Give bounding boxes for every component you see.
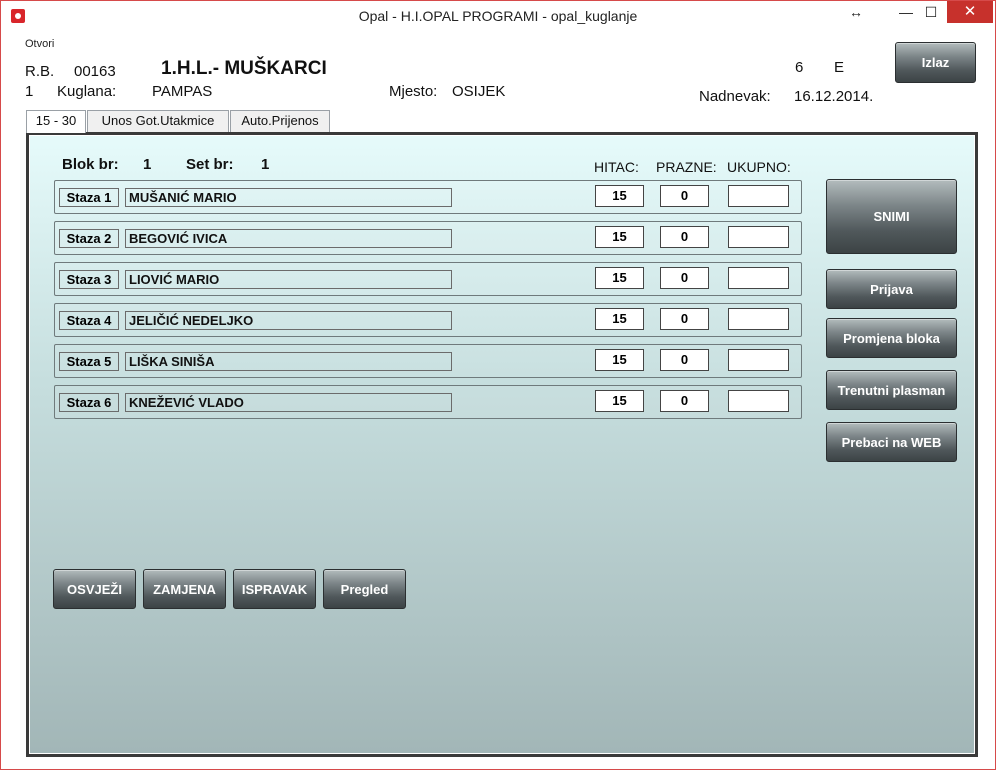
maximize-button[interactable]: ☐: [916, 1, 946, 23]
mjesto-value: OSIJEK: [452, 83, 506, 100]
prazne-input[interactable]: 0: [660, 267, 709, 289]
staza-row: Staza 4 JELIČIĆ NEDELJKO 15 0: [54, 303, 802, 337]
snimi-button[interactable]: SNIMI: [826, 179, 957, 254]
staza-row: Staza 6 KNEŽEVIĆ VLADO 15 0: [54, 385, 802, 419]
tab-panel: Blok br: 1 Set br: 1 HITAC: PRAZNE: UKUP…: [26, 132, 978, 757]
league-title: 1.H.L.- MUŠKARCI: [161, 58, 327, 79]
hitac-input[interactable]: 15: [595, 390, 644, 412]
ukupno-input[interactable]: [728, 226, 789, 248]
mjesto-label: Mjesto:: [389, 83, 438, 100]
col-prazne: PRAZNE:: [656, 159, 717, 175]
tab-auto-prijenos[interactable]: Auto.Prijenos: [230, 110, 330, 132]
col-hitac: HITAC:: [594, 159, 639, 175]
ukupno-input[interactable]: [728, 349, 789, 371]
set-label: Set br:: [186, 156, 234, 173]
player-name-field[interactable]: MUŠANIĆ MARIO: [125, 188, 452, 207]
main-client: R.B. 00163 1.H.L.- MUŠKARCI 1 Kuglana: P…: [9, 42, 987, 763]
staza-row: Staza 2 BEGOVIĆ IVICA 15 0: [54, 221, 802, 255]
staza-row: Staza 5 LIŠKA SINIŠA 15 0: [54, 344, 802, 378]
player-name-field[interactable]: BEGOVIĆ IVICA: [125, 229, 452, 248]
hitac-input[interactable]: 15: [595, 226, 644, 248]
staza-label: Staza 4: [59, 311, 119, 330]
number-left: 1: [25, 83, 34, 100]
col-ukupno: UKUPNO:: [727, 159, 791, 175]
hitac-input[interactable]: 15: [595, 267, 644, 289]
staza-label: Staza 6: [59, 393, 119, 412]
ispravak-button[interactable]: ISPRAVAK: [233, 569, 316, 609]
prebaci-na-web-button[interactable]: Prebaci na WEB: [826, 422, 957, 462]
blok-value: 1: [143, 156, 152, 173]
prazne-input[interactable]: 0: [660, 390, 709, 412]
player-name-field[interactable]: LIOVIĆ MARIO: [125, 270, 452, 289]
staza-label: Staza 1: [59, 188, 119, 207]
close-button[interactable]: ✕: [947, 1, 993, 23]
menu-otvori[interactable]: Otvori: [25, 38, 54, 50]
prazne-input[interactable]: 0: [660, 349, 709, 371]
trenutni-plasman-button[interactable]: Trenutni plasman: [826, 370, 957, 410]
hitac-input[interactable]: 15: [595, 308, 644, 330]
ukupno-input[interactable]: [728, 390, 789, 412]
ukupno-input[interactable]: [728, 308, 789, 330]
rb-value: 00163: [74, 63, 116, 80]
izlaz-button[interactable]: Izlaz: [895, 42, 976, 83]
number-six: 6: [795, 59, 804, 76]
rb-label: R.B.: [25, 63, 55, 80]
staza-row: Staza 1 MUŠANIĆ MARIO 15 0: [54, 180, 802, 214]
prazne-input[interactable]: 0: [660, 308, 709, 330]
ukupno-input[interactable]: [728, 185, 789, 207]
staza-label: Staza 2: [59, 229, 119, 248]
tab-unos-got-utakmice[interactable]: Unos Got.Utakmice: [87, 110, 229, 132]
staza-label: Staza 5: [59, 352, 119, 371]
resize-icon[interactable]: ↔: [841, 1, 871, 23]
nadnevak-value: 16.12.2014.: [794, 88, 874, 105]
kuglana-value: PAMPAS: [152, 83, 213, 100]
promjena-bloka-button[interactable]: Promjena bloka: [826, 318, 957, 358]
menu-bar: Otvori: [9, 32, 987, 52]
staza-row: Staza 3 LIOVIĆ MARIO 15 0: [54, 262, 802, 296]
kuglana-label: Kuglana:: [57, 83, 117, 100]
prijava-button[interactable]: Prijava: [826, 269, 957, 309]
hitac-input[interactable]: 15: [595, 185, 644, 207]
osvjezi-button[interactable]: OSVJEŽI: [53, 569, 136, 609]
player-name-field[interactable]: JELIČIĆ NEDELJKO: [125, 311, 452, 330]
tab-15-30[interactable]: 15 - 30: [26, 110, 86, 133]
letter-e: E: [834, 59, 845, 76]
hitac-input[interactable]: 15: [595, 349, 644, 371]
staza-label: Staza 3: [59, 270, 119, 289]
blok-label: Blok br:: [62, 156, 119, 173]
nadnevak-label: Nadnevak:: [699, 88, 771, 105]
prazne-input[interactable]: 0: [660, 226, 709, 248]
set-value: 1: [261, 156, 270, 173]
prazne-input[interactable]: 0: [660, 185, 709, 207]
player-name-field[interactable]: LIŠKA SINIŠA: [125, 352, 452, 371]
pregled-button[interactable]: Pregled: [323, 569, 406, 609]
title-bar: Opal - H.I.OPAL PROGRAMI - opal_kuglanje…: [1, 1, 995, 31]
ukupno-input[interactable]: [728, 267, 789, 289]
app-window: Opal - H.I.OPAL PROGRAMI - opal_kuglanje…: [0, 0, 996, 770]
player-name-field[interactable]: KNEŽEVIĆ VLADO: [125, 393, 452, 412]
zamjena-button[interactable]: ZAMJENA: [143, 569, 226, 609]
